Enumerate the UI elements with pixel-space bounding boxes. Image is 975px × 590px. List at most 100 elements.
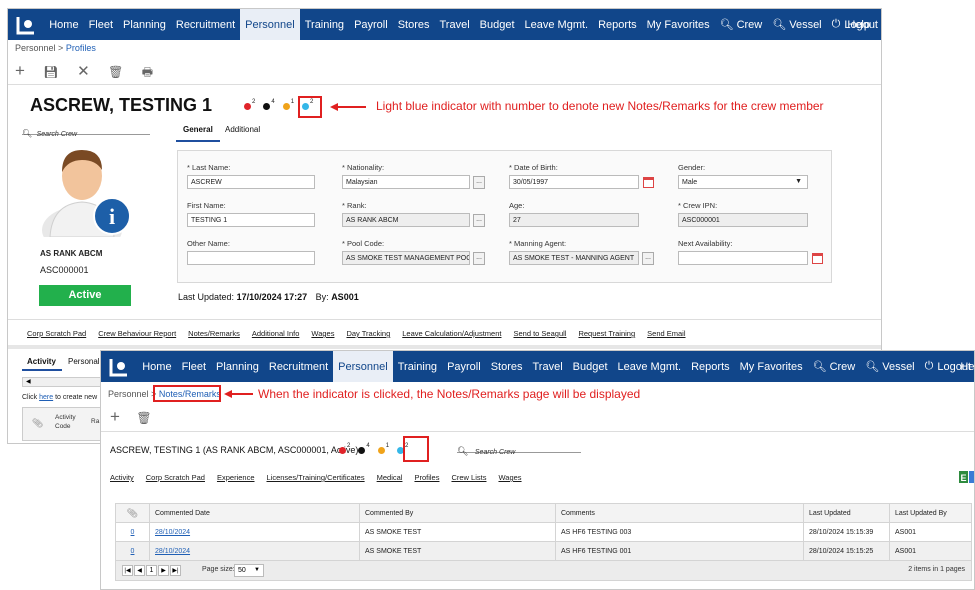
nav-reports[interactable]: Reports [593,9,642,40]
create-new-link[interactable]: here [39,394,53,401]
nav-fleet[interactable]: Fleet [177,351,211,382]
nav-leave-mgmt[interactable]: Leave Mgmt. [520,9,594,40]
nav-budget[interactable]: Budget [568,351,613,382]
link-experience[interactable]: Experience [217,473,255,482]
page-size-select[interactable]: 50 ▼ [234,564,264,577]
breadcrumb-root[interactable]: Personnel [15,43,56,53]
nav-planning[interactable]: Planning [118,9,171,40]
add-icon[interactable]: + [15,61,25,81]
rank-lookup-button[interactable]: ... [473,214,485,227]
indicator-badge[interactable]: 1 [377,443,389,454]
nav-reports[interactable]: Reports [686,351,735,382]
nationality-lookup-button[interactable]: ... [473,176,485,189]
table-row[interactable]: 0 28/10/2024 AS SMOKE TEST AS HF6 TESTING 0… [115,541,972,561]
nav-my-favorites[interactable]: My Favorites [735,351,808,382]
nav-recruitment[interactable]: Recruitment [171,9,240,40]
nav-planning[interactable]: Planning [211,351,264,382]
link-send-email[interactable]: Send Email [647,329,685,338]
nav-help[interactable]: Help [955,351,974,382]
indicator-badge[interactable]: 4 [263,99,275,110]
tab-personal[interactable]: Personal [68,357,100,366]
col-commented-date[interactable]: Commented Date [149,503,360,523]
nationality-field[interactable]: Malaysian [342,175,470,189]
save-icon[interactable]: 💾︎ [43,65,58,79]
manning-agent-lookup-button[interactable]: ... [642,252,654,265]
link-additional-info[interactable]: Additional Info [252,329,300,338]
delete-icon[interactable]: 🗑︎ [136,411,151,425]
link-activity[interactable]: Activity [110,473,134,482]
indicator-badge[interactable]: 2 [244,99,255,110]
col-commented-by[interactable]: Commented By [359,503,556,523]
next-availability-field[interactable] [678,251,808,265]
nav-help[interactable]: Help [842,9,875,40]
other-name-field[interactable] [187,251,315,265]
link-crew-behaviour-report[interactable]: Crew Behaviour Report [98,329,176,338]
nav-my-favorites[interactable]: My Favorites [642,9,715,40]
col-last-updated-by[interactable]: Last Updated By [889,503,972,523]
indicator-badge[interactable]: 4 [358,443,370,454]
manning-agent-field[interactable]: AS SMOKE TEST - MANNING AGENT [509,251,639,265]
row-commented-date[interactable]: 28/10/2024 [155,548,190,555]
nav-personnel[interactable]: Personnel [240,9,300,40]
nav-vessel-search[interactable]: 🔍︎ Vessel [767,9,826,40]
nav-training[interactable]: Training [393,351,442,382]
nav-leave-mgmt[interactable]: Leave Mgmt. [613,351,687,382]
nav-training[interactable]: Training [300,9,349,40]
row-attachment-count[interactable]: 0 [131,529,135,536]
nav-crew-search[interactable]: 🔍︎ Crew [715,9,768,40]
nav-vessel-search[interactable]: 🔍︎ Vessel [860,351,919,382]
pool-code-lookup-button[interactable]: ... [473,252,485,265]
col-comments[interactable]: Comments [555,503,804,523]
row-commented-date[interactable]: 28/10/2024 [155,529,190,536]
nav-stores[interactable]: Stores [486,351,528,382]
row-attachment-count[interactable]: 0 [131,548,135,555]
nav-travel[interactable]: Travel [434,9,474,40]
link-wages[interactable]: Wages [498,473,521,482]
nav-home[interactable]: Home [137,351,176,382]
table-row[interactable]: 0 28/10/2024 AS SMOKE TEST AS HF6 TESTING 0… [115,522,972,542]
first-name-field[interactable]: TESTING 1 [187,213,315,227]
link-corp-scratch-pad[interactable]: Corp Scratch Pad [146,473,205,482]
prev-page-icon[interactable]: ◀ [134,565,145,576]
link-day-tracking[interactable]: Day Tracking [346,329,390,338]
link-leave-calculation-adjustment[interactable]: Leave Calculation/Adjustment [402,329,501,338]
export-excel-icon[interactable]: E [959,470,974,483]
search-crew-input[interactable]: 🔍︎ Search Crew [457,441,581,456]
link-profiles[interactable]: Profiles [414,473,439,482]
app-logo-icon[interactable] [14,14,38,36]
link-crew-lists[interactable]: Crew Lists [451,473,486,482]
dob-field[interactable]: 30/05/1997 [509,175,639,189]
nav-home[interactable]: Home [44,9,83,40]
first-page-icon[interactable]: |◀ [122,565,133,576]
app-logo-icon[interactable] [107,356,131,378]
indicator-badge[interactable]: 2 [339,443,350,454]
col-last-updated[interactable]: Last Updated [803,503,890,523]
link-medical[interactable]: Medical [377,473,403,482]
delete-icon[interactable]: 🗑︎ [108,65,123,79]
nav-budget[interactable]: Budget [475,9,520,40]
horizontal-scrollbar[interactable]: ◀ [22,377,102,387]
rank-field[interactable]: AS RANK ABCM [342,213,470,227]
gender-select[interactable]: Male ▼ [678,175,808,189]
nav-personnel[interactable]: Personnel [333,351,393,382]
current-page[interactable]: 1 [146,565,157,576]
tab-general[interactable]: General [183,125,213,134]
indicator-badge[interactable]: 1 [282,99,294,110]
link-request-training[interactable]: Request Training [578,329,635,338]
nav-stores[interactable]: Stores [393,9,435,40]
search-crew-input[interactable]: 🔍︎ Search Crew [22,123,150,138]
crew-ipn-field[interactable]: ASC000001 [678,213,808,227]
link-corp-scratch-pad[interactable]: Corp Scratch Pad [27,329,86,338]
nav-payroll[interactable]: Payroll [349,9,393,40]
calendar-icon[interactable] [812,253,823,264]
calendar-icon[interactable] [643,177,654,188]
close-icon[interactable]: ✕ [77,62,90,80]
add-icon[interactable]: + [110,407,120,427]
link-wages[interactable]: Wages [311,329,334,338]
print-icon[interactable]: 🖶︎ [142,63,153,84]
nav-crew-search[interactable]: 🔍︎ Crew [808,351,861,382]
link-notes-remarks[interactable]: Notes/Remarks [188,329,240,338]
nav-payroll[interactable]: Payroll [442,351,486,382]
tab-additional[interactable]: Additional [225,125,260,134]
link-licenses-training-certificates[interactable]: Licenses/Training/Certificates [267,473,365,482]
